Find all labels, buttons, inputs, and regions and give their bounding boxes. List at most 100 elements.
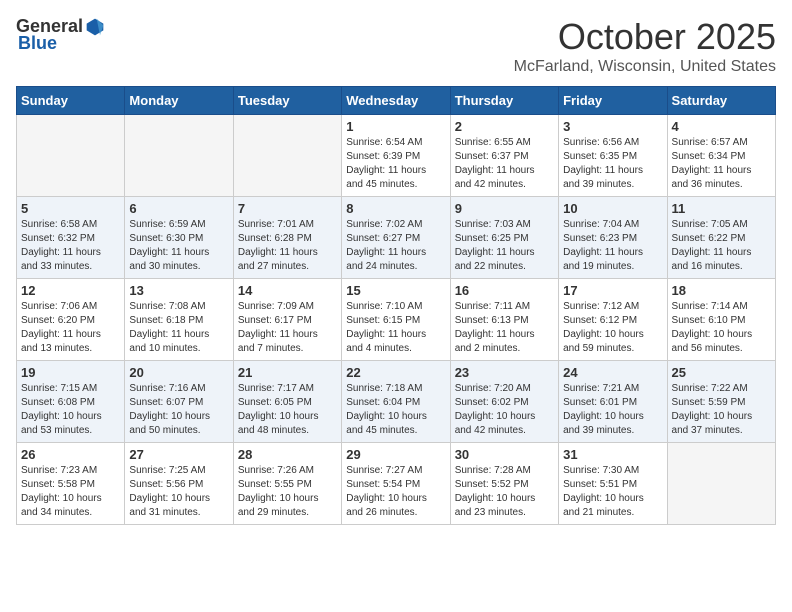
calendar-cell: 1 Sunrise: 6:54 AM Sunset: 6:39 PM Daylig…: [342, 115, 450, 197]
day-info: Sunrise: 6:54 AM Sunset: 6:39 PM Dayligh…: [346, 136, 445, 192]
day-number: 20: [129, 365, 228, 380]
day-number: 7: [238, 201, 337, 216]
calendar-week-row: 12 Sunrise: 7:06 AM Sunset: 6:20 PM Dayli…: [17, 279, 776, 361]
day-info: Sunrise: 7:08 AM Sunset: 6:18 PM Dayligh…: [129, 300, 228, 356]
calendar-cell: 30 Sunrise: 7:28 AM Sunset: 5:52 PM Dayli…: [450, 443, 558, 525]
day-number: 16: [455, 283, 554, 298]
location: McFarland, Wisconsin, United States: [514, 58, 776, 76]
weekday-header: Friday: [559, 87, 667, 115]
calendar-cell: 19Sunrise: 7:15 AM Sunset: 6:08 PM Dayli…: [17, 361, 125, 443]
day-number: 5: [21, 201, 120, 216]
calendar-cell: 8Sunrise: 7:02 AM Sunset: 6:27 PM Daylig…: [342, 197, 450, 279]
day-number: 17: [563, 283, 662, 298]
day-info: Sunrise: 7:12 AM Sunset: 6:12 PM Dayligh…: [563, 300, 662, 356]
calendar-cell: 23 Sunrise: 7:20 AM Sunset: 6:02 PM Dayli…: [450, 361, 558, 443]
day-info: Sunrise: 7:16 AM Sunset: 6:07 PM Dayligh…: [129, 382, 228, 438]
calendar-cell: 21Sunrise: 7:17 AM Sunset: 6:05 PM Dayli…: [233, 361, 341, 443]
day-number: 27: [129, 447, 228, 462]
day-number: 21: [238, 365, 337, 380]
calendar-cell: 18Sunrise: 7:14 AM Sunset: 6:10 PM Dayli…: [667, 279, 775, 361]
day-number: 12: [21, 283, 120, 298]
calendar-cell: [667, 443, 775, 525]
day-number: 29: [346, 447, 445, 462]
weekday-header: Thursday: [450, 87, 558, 115]
day-info: Sunrise: 7:14 AM Sunset: 6:10 PM Dayligh…: [672, 300, 771, 356]
calendar-cell: 26 Sunrise: 7:23 AM Sunset: 5:58 PM Dayli…: [17, 443, 125, 525]
day-info: Sunrise: 7:28 AM Sunset: 5:52 PM Dayligh…: [455, 464, 554, 520]
day-number: 30: [455, 447, 554, 462]
day-number: 10: [563, 201, 662, 216]
calendar-cell: 27Sunrise: 7:25 AM Sunset: 5:56 PM Dayli…: [125, 443, 233, 525]
calendar-cell: 2 Sunrise: 6:55 AM Sunset: 6:37 PM Daylig…: [450, 115, 558, 197]
day-number: 25: [672, 365, 771, 380]
calendar-cell: 13Sunrise: 7:08 AM Sunset: 6:18 PM Dayli…: [125, 279, 233, 361]
weekday-header: Tuesday: [233, 87, 341, 115]
calendar-cell: 6Sunrise: 6:59 AM Sunset: 6:30 PM Daylig…: [125, 197, 233, 279]
day-info: Sunrise: 7:22 AM Sunset: 5:59 PM Dayligh…: [672, 382, 771, 438]
calendar-cell: 4 Sunrise: 6:57 AM Sunset: 6:34 PM Daylig…: [667, 115, 775, 197]
day-info: Sunrise: 7:20 AM Sunset: 6:02 PM Dayligh…: [455, 382, 554, 438]
calendar-cell: [17, 115, 125, 197]
weekday-header: Sunday: [17, 87, 125, 115]
weekday-header: Saturday: [667, 87, 775, 115]
calendar-cell: 9 Sunrise: 7:03 AM Sunset: 6:25 PM Daylig…: [450, 197, 558, 279]
day-info: Sunrise: 6:57 AM Sunset: 6:34 PM Dayligh…: [672, 136, 771, 192]
calendar-week-row: 1 Sunrise: 6:54 AM Sunset: 6:39 PM Daylig…: [17, 115, 776, 197]
weekday-header: Wednesday: [342, 87, 450, 115]
calendar-cell: [125, 115, 233, 197]
calendar-cell: 16Sunrise: 7:11 AM Sunset: 6:13 PM Dayli…: [450, 279, 558, 361]
day-number: 15: [346, 283, 445, 298]
calendar-cell: 31 Sunrise: 7:30 AM Sunset: 5:51 PM Dayli…: [559, 443, 667, 525]
calendar-cell: 28 Sunrise: 7:26 AM Sunset: 5:55 PM Dayli…: [233, 443, 341, 525]
day-info: Sunrise: 7:05 AM Sunset: 6:22 PM Dayligh…: [672, 218, 771, 274]
day-info: Sunrise: 7:18 AM Sunset: 6:04 PM Dayligh…: [346, 382, 445, 438]
calendar-cell: 10 Sunrise: 7:04 AM Sunset: 6:23 PM Dayli…: [559, 197, 667, 279]
day-number: 26: [21, 447, 120, 462]
day-info: Sunrise: 7:10 AM Sunset: 6:15 PM Dayligh…: [346, 300, 445, 356]
month-title: October 2025: [514, 16, 776, 58]
day-info: Sunrise: 7:21 AM Sunset: 6:01 PM Dayligh…: [563, 382, 662, 438]
day-number: 14: [238, 283, 337, 298]
day-number: 4: [672, 119, 771, 134]
calendar-cell: 29Sunrise: 7:27 AM Sunset: 5:54 PM Dayli…: [342, 443, 450, 525]
day-info: Sunrise: 6:55 AM Sunset: 6:37 PM Dayligh…: [455, 136, 554, 192]
calendar-cell: 22 Sunrise: 7:18 AM Sunset: 6:04 PM Dayli…: [342, 361, 450, 443]
calendar-cell: [233, 115, 341, 197]
day-info: Sunrise: 7:04 AM Sunset: 6:23 PM Dayligh…: [563, 218, 662, 274]
logo-icon: [85, 17, 105, 37]
calendar-week-row: 26 Sunrise: 7:23 AM Sunset: 5:58 PM Dayli…: [17, 443, 776, 525]
day-info: Sunrise: 6:58 AM Sunset: 6:32 PM Dayligh…: [21, 218, 120, 274]
day-number: 9: [455, 201, 554, 216]
calendar-cell: 7 Sunrise: 7:01 AM Sunset: 6:28 PM Daylig…: [233, 197, 341, 279]
day-number: 11: [672, 201, 771, 216]
day-info: Sunrise: 7:02 AM Sunset: 6:27 PM Dayligh…: [346, 218, 445, 274]
day-info: Sunrise: 7:30 AM Sunset: 5:51 PM Dayligh…: [563, 464, 662, 520]
calendar-table: SundayMondayTuesdayWednesdayThursdayFrid…: [16, 86, 776, 525]
day-number: 28: [238, 447, 337, 462]
weekday-header: Monday: [125, 87, 233, 115]
calendar-cell: 3Sunrise: 6:56 AM Sunset: 6:35 PM Daylig…: [559, 115, 667, 197]
day-number: 1: [346, 119, 445, 134]
day-info: Sunrise: 6:59 AM Sunset: 6:30 PM Dayligh…: [129, 218, 228, 274]
day-info: Sunrise: 7:06 AM Sunset: 6:20 PM Dayligh…: [21, 300, 120, 356]
day-info: Sunrise: 7:23 AM Sunset: 5:58 PM Dayligh…: [21, 464, 120, 520]
logo: General Blue: [16, 16, 105, 54]
day-number: 3: [563, 119, 662, 134]
calendar-cell: 5 Sunrise: 6:58 AM Sunset: 6:32 PM Daylig…: [17, 197, 125, 279]
page-header: General Blue October 2025 McFarland, Wis…: [16, 16, 776, 76]
calendar-cell: 12 Sunrise: 7:06 AM Sunset: 6:20 PM Dayli…: [17, 279, 125, 361]
title-area: October 2025 McFarland, Wisconsin, Unite…: [514, 16, 776, 76]
day-number: 31: [563, 447, 662, 462]
calendar-cell: 20 Sunrise: 7:16 AM Sunset: 6:07 PM Dayli…: [125, 361, 233, 443]
day-number: 2: [455, 119, 554, 134]
day-number: 23: [455, 365, 554, 380]
calendar-week-row: 19Sunrise: 7:15 AM Sunset: 6:08 PM Dayli…: [17, 361, 776, 443]
calendar-cell: 24 Sunrise: 7:21 AM Sunset: 6:01 PM Dayli…: [559, 361, 667, 443]
day-number: 22: [346, 365, 445, 380]
day-info: Sunrise: 7:03 AM Sunset: 6:25 PM Dayligh…: [455, 218, 554, 274]
calendar-cell: 14Sunrise: 7:09 AM Sunset: 6:17 PM Dayli…: [233, 279, 341, 361]
day-number: 24: [563, 365, 662, 380]
day-info: Sunrise: 7:26 AM Sunset: 5:55 PM Dayligh…: [238, 464, 337, 520]
day-info: Sunrise: 7:01 AM Sunset: 6:28 PM Dayligh…: [238, 218, 337, 274]
calendar-cell: 25 Sunrise: 7:22 AM Sunset: 5:59 PM Dayli…: [667, 361, 775, 443]
